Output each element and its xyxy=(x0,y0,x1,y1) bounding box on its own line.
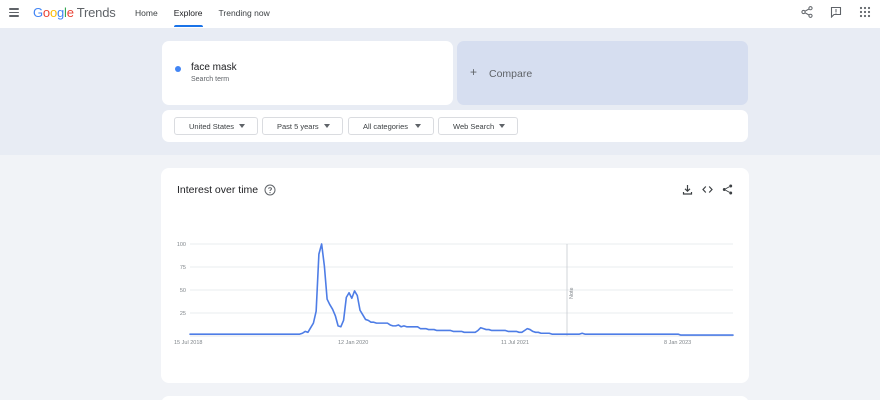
filter-time-range[interactable]: Past 5 years xyxy=(262,117,343,135)
filter-location-label: United States xyxy=(189,121,235,131)
interest-over-time-card: 100 75 50 25 Note 15 Jul 2018 12 Jan 2020 11 Ju… xyxy=(161,168,749,383)
term-color-dot xyxy=(175,66,181,72)
nav-explore[interactable]: Explore xyxy=(166,0,211,28)
interest-card-title: Interest over time xyxy=(177,184,259,196)
caret-down-icon xyxy=(239,124,245,128)
download-icon[interactable] xyxy=(681,183,693,195)
plus-icon: + xyxy=(470,65,478,79)
x-tick-label: 11 Jul 2021 xyxy=(501,340,529,346)
filter-category-label: All categories xyxy=(363,121,409,131)
interest-chart[interactable]: 100 75 50 25 Note 15 Jul 2018 12 Jan 2020 11 Ju… xyxy=(161,168,749,383)
filter-location[interactable]: United States xyxy=(174,117,258,135)
search-term-card[interactable]: face mask Search term xyxy=(162,41,453,105)
google-trends-logo[interactable]: Google Trends xyxy=(33,5,116,20)
series-line[interactable] xyxy=(189,243,734,336)
compare-button[interactable]: + Compare xyxy=(457,41,748,105)
nav-trending-now[interactable]: Trending now xyxy=(211,0,278,28)
x-tick-label: 15 Jul 2018 xyxy=(174,340,202,346)
help-icon[interactable] xyxy=(264,183,276,196)
feedback-icon[interactable] xyxy=(829,5,843,19)
filter-category[interactable]: All categories xyxy=(348,117,434,135)
caret-down-icon xyxy=(324,124,330,128)
nav-home[interactable]: Home xyxy=(127,0,166,28)
logo-product-text: Trends xyxy=(76,5,116,20)
top-actions xyxy=(800,5,872,19)
x-tick-label: 12 Jan 2020 xyxy=(338,340,368,346)
top-app-bar: Google Trends Home Explore Trending now xyxy=(0,0,880,28)
search-term-text[interactable]: face mask xyxy=(191,62,237,73)
next-section-card xyxy=(161,396,749,400)
filter-search-type-label: Web Search xyxy=(453,121,495,131)
share-icon[interactable] xyxy=(721,183,733,195)
filter-search-type[interactable]: Web Search xyxy=(438,117,518,135)
logo-google-text: Google xyxy=(33,5,74,20)
filters-bar: United States Past 5 years All categorie… xyxy=(162,110,748,142)
note-label[interactable]: Note xyxy=(569,287,575,299)
embed-icon[interactable] xyxy=(701,183,713,195)
search-term-type: Search term xyxy=(191,76,230,83)
filter-time-label: Past 5 years xyxy=(277,121,319,131)
caret-down-icon xyxy=(499,124,505,128)
y-tick-label: 25 xyxy=(180,311,186,317)
main-nav: Home Explore Trending now xyxy=(127,0,278,28)
y-tick-label: 75 xyxy=(180,265,186,271)
y-tick-label: 50 xyxy=(180,288,186,294)
menu-icon[interactable] xyxy=(9,8,19,17)
caret-down-icon xyxy=(415,124,421,128)
card-actions xyxy=(681,183,733,195)
apps-grid-icon[interactable] xyxy=(858,5,872,19)
y-tick-label: 100 xyxy=(177,242,186,248)
x-tick-label: 8 Jan 2023 xyxy=(664,340,691,346)
share-icon[interactable] xyxy=(800,5,814,19)
compare-label: Compare xyxy=(489,68,533,80)
